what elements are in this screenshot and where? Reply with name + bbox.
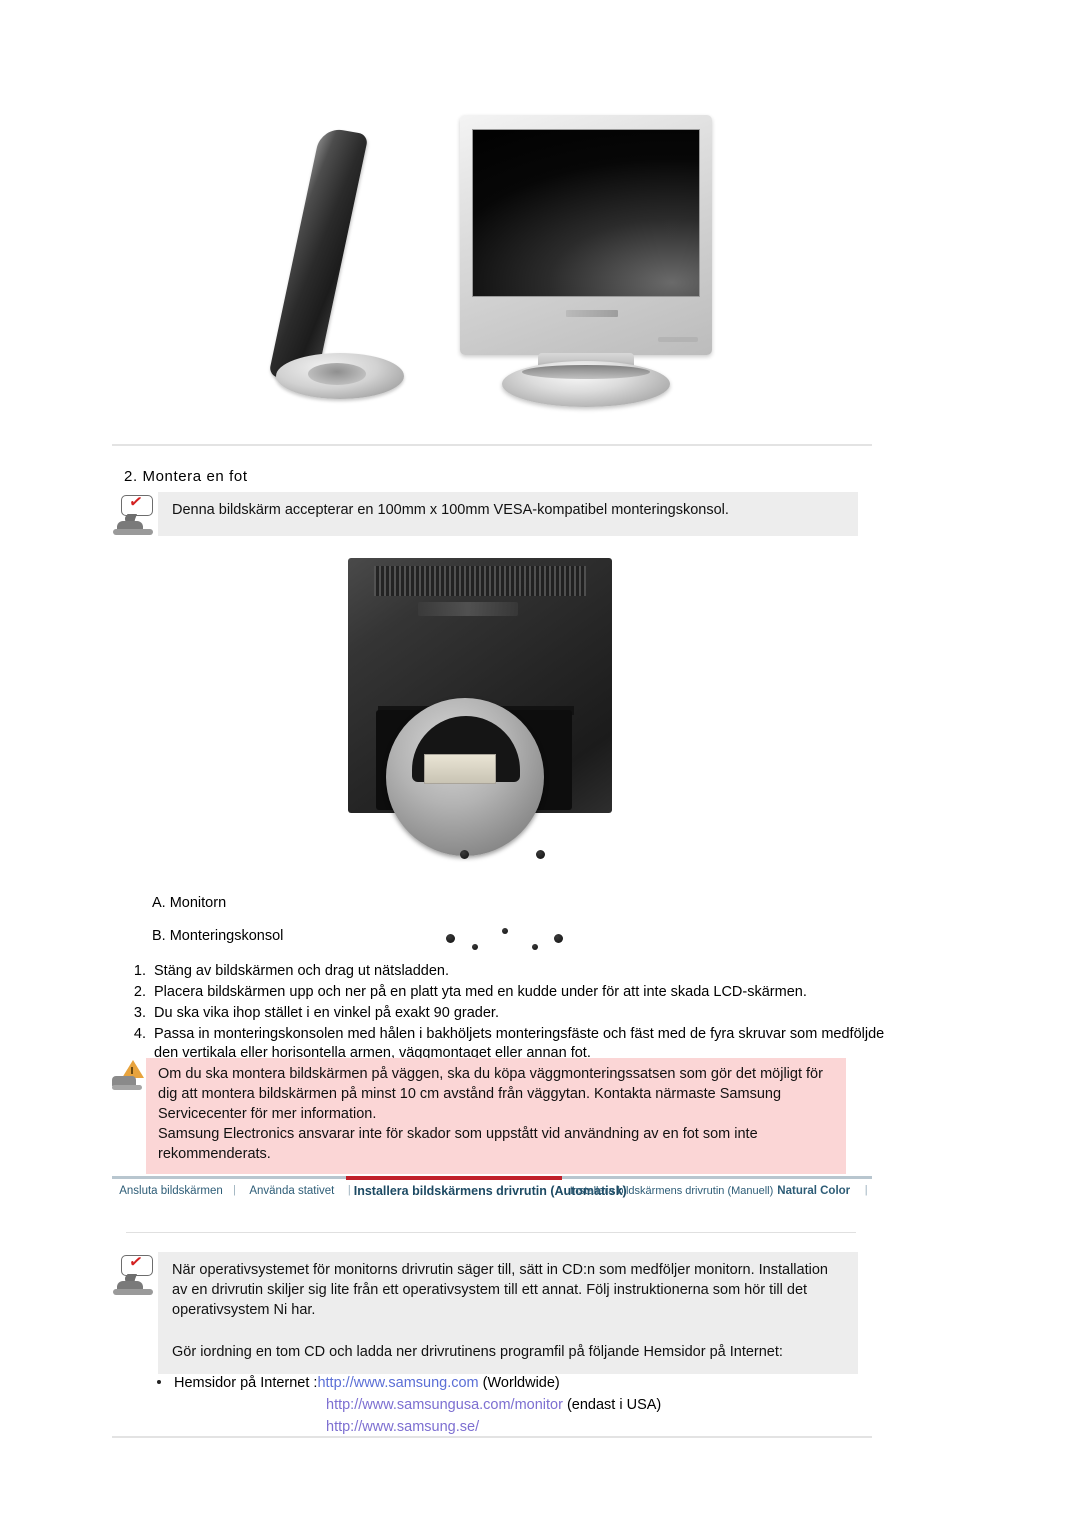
note-driver-paragraph-1: När operativsystemet för monitorns drivr… — [172, 1262, 828, 1318]
monitor-brand-logo — [566, 310, 618, 317]
warning-paragraph-1: Om du ska montera bildskärmen på väggen,… — [158, 1066, 823, 1122]
step-text: Stäng av bildskärmen och drag ut nätslad… — [154, 963, 450, 979]
tab-anvanda-stativet[interactable]: Använda stativet — [239, 1182, 345, 1201]
link-samsung-worldwide[interactable]: http://www.samsung.com — [317, 1375, 478, 1391]
active-tab-accent-bar — [346, 1176, 562, 1180]
tabnav-bottom-rule — [126, 1232, 856, 1233]
monitor-back-view-image — [344, 558, 616, 950]
list-item: 3. Du ska vika ihop stället i en vinkel … — [126, 1004, 886, 1023]
person-base-shape — [113, 1289, 153, 1295]
monitor-bezel — [460, 115, 712, 355]
step-number: 2. — [133, 984, 146, 1000]
monitor-control-buttons — [658, 337, 698, 342]
screw-hole — [532, 944, 538, 950]
links-worldwide-suffix: (Worldwide) — [478, 1375, 560, 1391]
website-link-list: Hemsidor på Internet :http://www.samsung… — [152, 1372, 912, 1438]
tab-separator: | — [233, 1184, 236, 1196]
checkmark-icon: ✓ — [127, 493, 144, 513]
checkmark-icon: ✓ — [127, 1253, 144, 1273]
list-item: http://www.samsungusa.com/monitor (endas… — [152, 1394, 912, 1416]
divider-bottom — [112, 1436, 872, 1438]
monitor-front-view-image — [460, 115, 725, 420]
stand-base-shape — [112, 1085, 142, 1090]
divider-top — [112, 444, 872, 446]
tab-list: Ansluta bildskärmen | Använda stativet |… — [112, 1182, 872, 1201]
exclamation-mark-shape — [131, 1067, 133, 1074]
tab-separator: | — [864, 1184, 868, 1196]
links-lead-text: Hemsidor på Internet : — [174, 1375, 318, 1391]
warning-triangle-icon — [112, 1060, 146, 1090]
label-b-bracket: B. Monteringskonsol — [152, 928, 284, 944]
screw-hole — [472, 944, 478, 950]
bullet-icon — [157, 1380, 161, 1384]
warning-note: Om du ska montera bildskärmen på väggen,… — [112, 1058, 846, 1174]
monitor-spec-label — [424, 754, 496, 784]
monitor-base-slot — [522, 365, 650, 379]
tab-separator: | — [347, 1184, 351, 1196]
tab-installera-drivrutin-automatisk[interactable]: Installera bildskärmens drivrutin (Autom… — [354, 1182, 627, 1201]
link-samsung-usa[interactable]: http://www.samsungusa.com/monitor — [326, 1397, 563, 1413]
note-vesa-text: Denna bildskärm accepterar en 100mm x 10… — [172, 502, 729, 518]
list-item: 1. Stäng av bildskärmen och drag ut näts… — [126, 962, 886, 981]
note-vesa: ✓ Denna bildskärm accepterar en 100mm x … — [112, 492, 858, 536]
monitor-side-base-hole — [308, 363, 366, 385]
step-number: 1. — [133, 963, 146, 979]
monitor-back-logo — [418, 602, 518, 616]
person-base-shape — [113, 529, 153, 535]
note-driver-box: När operativsystemet för monitorns drivr… — [158, 1252, 858, 1374]
tab-ansluta-bildskarmen[interactable]: Ansluta bildskärmen — [112, 1182, 230, 1201]
note-driver: ✓ När operativsystemet för monitorns dri… — [112, 1252, 858, 1374]
step-text: Placera bildskärmen upp och ner på en pl… — [154, 984, 807, 1000]
tab-installera-drivrutin-manuell[interactable]: Installera bildskärmens drivrutin (Manue… — [570, 1182, 774, 1201]
step-number: 4. — [133, 1026, 146, 1042]
monitor-side-view-image — [268, 125, 448, 415]
monitor-vents — [374, 566, 586, 596]
tab-natural-color[interactable]: Natural Color — [766, 1182, 862, 1201]
screw-hole — [446, 934, 455, 943]
list-item: http://www.samsung.se/ — [152, 1416, 912, 1438]
link-samsung-se[interactable]: http://www.samsung.se/ — [326, 1419, 479, 1435]
assembly-steps-list: 1. Stäng av bildskärmen och drag ut näts… — [126, 962, 886, 1065]
tab-navigation: Ansluta bildskärmen | Använda stativet |… — [112, 1176, 872, 1234]
product-images — [0, 95, 1080, 425]
page-title: 2. Montera en fot — [124, 468, 248, 485]
step-text: Du ska vika ihop stället i en vinkel på … — [154, 1005, 499, 1021]
links-usa-suffix: (endast i USA) — [562, 1397, 662, 1413]
monitor-screen — [472, 129, 700, 297]
warning-box: Om du ska montera bildskärmen på väggen,… — [146, 1058, 846, 1174]
screw-hole — [536, 850, 545, 859]
warning-paragraph-2: Samsung Electronics ansvarar inte för sk… — [158, 1126, 758, 1162]
note-icon: ✓ — [112, 493, 158, 536]
list-item: 2. Placera bildskärmen upp och ner på en… — [126, 983, 886, 1002]
note-icon: ✓ — [112, 1253, 158, 1296]
screw-hole — [502, 928, 508, 934]
label-a-monitor: A. Monitorn — [152, 895, 227, 911]
document-page: 2. Montera en fot ✓ Denna bildskärm acce… — [0, 0, 1080, 1528]
screw-hole — [554, 934, 563, 943]
note-driver-paragraph-2: Gör iordning en tom CD och ladda ner dri… — [172, 1344, 783, 1360]
step-number: 3. — [133, 1005, 146, 1021]
monitor-side-panel — [268, 126, 369, 385]
note-vesa-box: Denna bildskärm accepterar en 100mm x 10… — [158, 492, 858, 536]
list-item: Hemsidor på Internet :http://www.samsung… — [152, 1372, 912, 1394]
step-text: Passa in monteringskonsolen med hålen i … — [154, 1026, 885, 1061]
screw-hole — [460, 850, 469, 859]
